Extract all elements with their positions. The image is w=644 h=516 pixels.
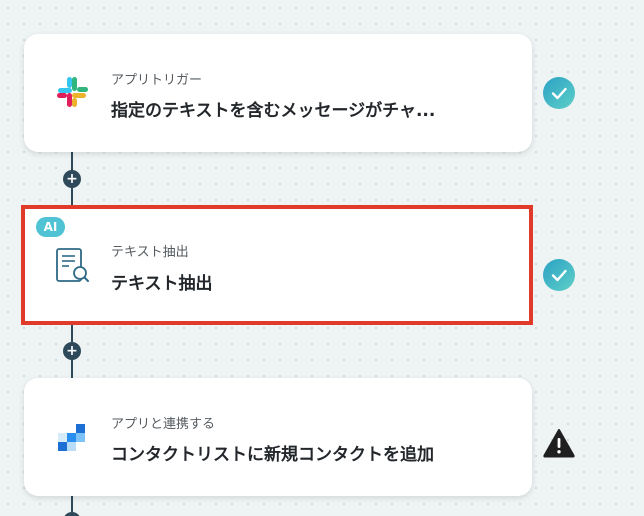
step-title: 指定のテキストを含むメッセージがチャ... (111, 101, 436, 121)
ai-badge: AI (36, 217, 65, 237)
step-card-add-contact[interactable]: アプリと連携する コンタクトリストに新規コンタクトを追加 (24, 378, 532, 496)
step-subtitle: アプリと連携する (111, 417, 216, 432)
step-title: コンタクトリストに新規コンタクトを追加 (111, 445, 434, 465)
check-icon (543, 259, 575, 291)
add-step-button[interactable]: + (63, 512, 81, 516)
step-title: テキスト抽出 (111, 274, 213, 294)
slack-logo-icon (54, 74, 90, 110)
warning-icon (543, 428, 575, 458)
step-card-trigger[interactable]: アプリトリガー 指定のテキストを含むメッセージがチャ... (24, 34, 532, 152)
step-subtitle: アプリトリガー (111, 73, 203, 88)
step-card-text-extraction[interactable]: AI テキスト抽出 テキスト抽出 (21, 205, 533, 325)
document-search-icon (54, 246, 90, 282)
add-step-button[interactable]: + (63, 170, 81, 188)
check-icon (543, 77, 575, 109)
add-step-button[interactable]: + (63, 342, 81, 360)
blue-squares-app-icon (54, 418, 90, 454)
step-subtitle: テキスト抽出 (111, 245, 189, 260)
